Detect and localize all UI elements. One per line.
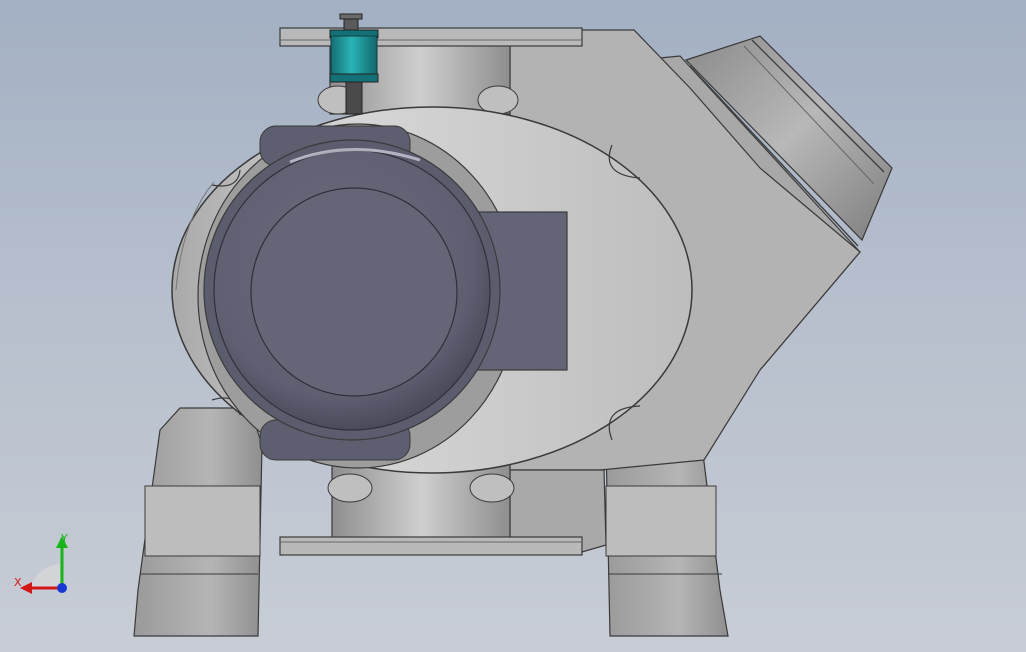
y-axis-label: Y (60, 532, 68, 545)
triad-plane (30, 564, 60, 588)
left-leg (133, 407, 263, 637)
x-axis-arrowhead (20, 582, 32, 594)
orientation-triad[interactable]: Y X (10, 530, 80, 600)
x-axis-label: X (14, 576, 22, 589)
z-axis-dot (57, 583, 67, 593)
valve-3d-model[interactable] (0, 0, 1026, 652)
graphics-viewport[interactable]: Y X (0, 0, 1026, 652)
